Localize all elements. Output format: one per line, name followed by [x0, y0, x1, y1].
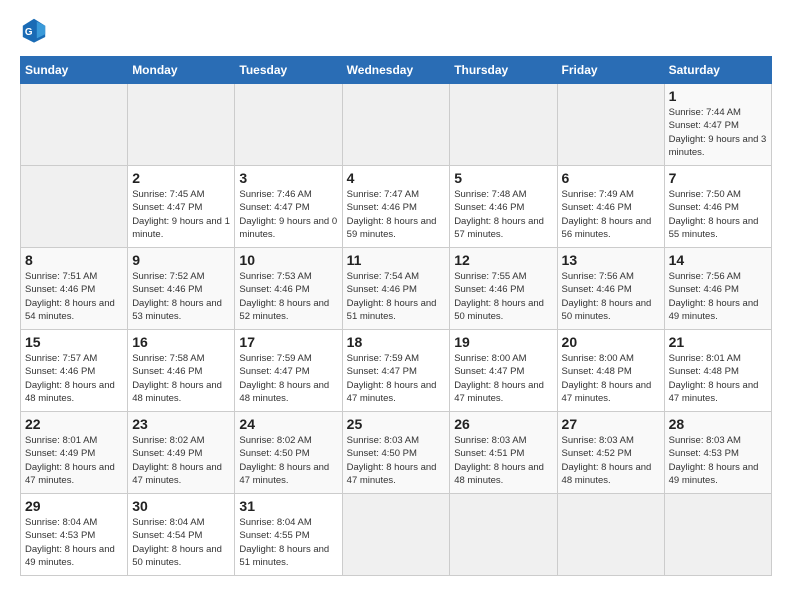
- calendar-table: SundayMondayTuesdayWednesdayThursdayFrid…: [20, 56, 772, 576]
- calendar-cell-day-7: 7Sunrise: 7:50 AMSunset: 4:46 PMDaylight…: [664, 166, 771, 248]
- svg-text:G: G: [25, 27, 33, 38]
- calendar-cell-empty: [235, 84, 342, 166]
- calendar-header-sunday: Sunday: [21, 57, 128, 84]
- calendar-cell-day-15: 15Sunrise: 7:57 AMSunset: 4:46 PMDayligh…: [21, 330, 128, 412]
- calendar-week-5: 22Sunrise: 8:01 AMSunset: 4:49 PMDayligh…: [21, 412, 772, 494]
- calendar-week-1: 1Sunrise: 7:44 AMSunset: 4:47 PMDaylight…: [21, 84, 772, 166]
- calendar-cell-empty: [557, 84, 664, 166]
- calendar-week-6: 29Sunrise: 8:04 AMSunset: 4:53 PMDayligh…: [21, 494, 772, 576]
- calendar-cell-day-23: 23Sunrise: 8:02 AMSunset: 4:49 PMDayligh…: [128, 412, 235, 494]
- calendar-header-wednesday: Wednesday: [342, 57, 450, 84]
- calendar-cell-day-25: 25Sunrise: 8:03 AMSunset: 4:50 PMDayligh…: [342, 412, 450, 494]
- calendar-cell-day-2: 2Sunrise: 7:45 AMSunset: 4:47 PMDaylight…: [128, 166, 235, 248]
- calendar-header-saturday: Saturday: [664, 57, 771, 84]
- calendar-cell-day-11: 11Sunrise: 7:54 AMSunset: 4:46 PMDayligh…: [342, 248, 450, 330]
- calendar-cell-empty: [128, 84, 235, 166]
- calendar-week-3: 8Sunrise: 7:51 AMSunset: 4:46 PMDaylight…: [21, 248, 772, 330]
- calendar-cell-day-3: 3Sunrise: 7:46 AMSunset: 4:47 PMDaylight…: [235, 166, 342, 248]
- calendar-cell-day-4: 4Sunrise: 7:47 AMSunset: 4:46 PMDaylight…: [342, 166, 450, 248]
- calendar-cell-day-26: 26Sunrise: 8:03 AMSunset: 4:51 PMDayligh…: [450, 412, 557, 494]
- calendar-cell-day-30: 30Sunrise: 8:04 AMSunset: 4:54 PMDayligh…: [128, 494, 235, 576]
- calendar-cell-day-27: 27Sunrise: 8:03 AMSunset: 4:52 PMDayligh…: [557, 412, 664, 494]
- calendar-cell-day-17: 17Sunrise: 7:59 AMSunset: 4:47 PMDayligh…: [235, 330, 342, 412]
- calendar-cell-day-14: 14Sunrise: 7:56 AMSunset: 4:46 PMDayligh…: [664, 248, 771, 330]
- calendar-cell-day-10: 10Sunrise: 7:53 AMSunset: 4:46 PMDayligh…: [235, 248, 342, 330]
- main-container: G SundayMondayTuesdayWednesdayThursdayFr…: [0, 0, 792, 586]
- calendar-cell-day-9: 9Sunrise: 7:52 AMSunset: 4:46 PMDaylight…: [128, 248, 235, 330]
- calendar-cell-empty: [664, 494, 771, 576]
- calendar-cell-empty: [450, 494, 557, 576]
- calendar-cell-empty: [21, 166, 128, 248]
- calendar-week-4: 15Sunrise: 7:57 AMSunset: 4:46 PMDayligh…: [21, 330, 772, 412]
- calendar-body: 1Sunrise: 7:44 AMSunset: 4:47 PMDaylight…: [21, 84, 772, 576]
- calendar-header-row: SundayMondayTuesdayWednesdayThursdayFrid…: [21, 57, 772, 84]
- calendar-cell-day-29: 29Sunrise: 8:04 AMSunset: 4:53 PMDayligh…: [21, 494, 128, 576]
- calendar-cell-day-5: 5Sunrise: 7:48 AMSunset: 4:46 PMDaylight…: [450, 166, 557, 248]
- calendar-week-2: 2Sunrise: 7:45 AMSunset: 4:47 PMDaylight…: [21, 166, 772, 248]
- calendar-cell-day-16: 16Sunrise: 7:58 AMSunset: 4:46 PMDayligh…: [128, 330, 235, 412]
- calendar-header-thursday: Thursday: [450, 57, 557, 84]
- calendar-header-friday: Friday: [557, 57, 664, 84]
- calendar-cell-empty: [557, 494, 664, 576]
- calendar-cell-day-24: 24Sunrise: 8:02 AMSunset: 4:50 PMDayligh…: [235, 412, 342, 494]
- calendar-cell-empty: [21, 84, 128, 166]
- calendar-cell-day-8: 8Sunrise: 7:51 AMSunset: 4:46 PMDaylight…: [21, 248, 128, 330]
- calendar-cell-day-21: 21Sunrise: 8:01 AMSunset: 4:48 PMDayligh…: [664, 330, 771, 412]
- calendar-cell-empty: [342, 84, 450, 166]
- calendar-cell-day-1: 1Sunrise: 7:44 AMSunset: 4:47 PMDaylight…: [664, 84, 771, 166]
- calendar-cell-day-6: 6Sunrise: 7:49 AMSunset: 4:46 PMDaylight…: [557, 166, 664, 248]
- header: G: [20, 16, 772, 44]
- calendar-cell-day-18: 18Sunrise: 7:59 AMSunset: 4:47 PMDayligh…: [342, 330, 450, 412]
- calendar-cell-empty: [342, 494, 450, 576]
- logo-icon: G: [20, 16, 48, 44]
- calendar-cell-day-20: 20Sunrise: 8:00 AMSunset: 4:48 PMDayligh…: [557, 330, 664, 412]
- calendar-cell-day-22: 22Sunrise: 8:01 AMSunset: 4:49 PMDayligh…: [21, 412, 128, 494]
- calendar-cell-empty: [450, 84, 557, 166]
- calendar-header-monday: Monday: [128, 57, 235, 84]
- logo: G: [20, 16, 52, 44]
- calendar-cell-day-19: 19Sunrise: 8:00 AMSunset: 4:47 PMDayligh…: [450, 330, 557, 412]
- calendar-cell-day-13: 13Sunrise: 7:56 AMSunset: 4:46 PMDayligh…: [557, 248, 664, 330]
- calendar-cell-day-12: 12Sunrise: 7:55 AMSunset: 4:46 PMDayligh…: [450, 248, 557, 330]
- calendar-header-tuesday: Tuesday: [235, 57, 342, 84]
- calendar-cell-day-28: 28Sunrise: 8:03 AMSunset: 4:53 PMDayligh…: [664, 412, 771, 494]
- calendar-cell-day-31: 31Sunrise: 8:04 AMSunset: 4:55 PMDayligh…: [235, 494, 342, 576]
